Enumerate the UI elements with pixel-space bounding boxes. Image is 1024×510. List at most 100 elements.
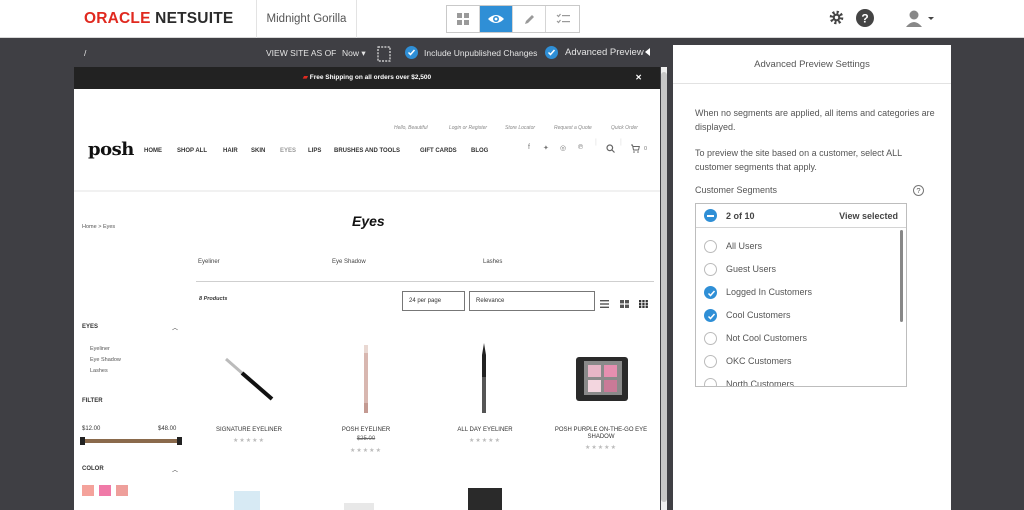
nav-separator: |: [620, 139, 622, 146]
preview-scrollbar-thumb[interactable]: [661, 72, 667, 502]
subcategory-eye-shadow[interactable]: Eye Shadow: [332, 259, 366, 265]
checklist-mode-button[interactable]: [546, 6, 579, 32]
product-image-all-day-eyeliner[interactable]: [434, 339, 534, 419]
edit-mode-button[interactable]: [513, 6, 546, 32]
segment-option[interactable]: Not Cool Customers: [704, 332, 894, 346]
segment-option[interactable]: OKC Customers: [704, 355, 894, 369]
segment-option[interactable]: Logged In Customers: [704, 286, 894, 300]
date-dropdown[interactable]: Now ▾: [342, 48, 366, 59]
nav-hair[interactable]: HAIR: [223, 148, 238, 154]
pencil-image-icon: [364, 345, 368, 413]
nav-lips[interactable]: LIPS: [308, 148, 321, 154]
instagram-icon[interactable]: ◎: [560, 144, 566, 152]
facet-lashes[interactable]: Lashes: [90, 368, 108, 374]
segments-header: 2 of 10 View selected: [696, 204, 906, 228]
site-path: /: [84, 48, 87, 58]
cart-icon[interactable]: [630, 144, 640, 155]
breadcrumb[interactable]: Home > Eyes: [82, 224, 115, 230]
user-menu-button[interactable]: [904, 9, 936, 32]
check-glyph: [707, 290, 716, 297]
product-rating: ★★★★★: [469, 438, 501, 444]
table-view-icon[interactable]: [620, 295, 629, 313]
color-facet-heading[interactable]: COLOR: [82, 466, 104, 472]
twitter-icon[interactable]: ✦: [543, 144, 549, 152]
grid-view-icon[interactable]: [639, 295, 648, 313]
nav-brushes[interactable]: BRUSHES AND TOOLS: [334, 148, 400, 154]
util-login[interactable]: Login or Register: [449, 125, 487, 131]
chevron-up-icon[interactable]: ︿: [172, 465, 178, 474]
subcategory-eyeliner[interactable]: Eyeliner: [198, 259, 220, 265]
nav-blog[interactable]: BLOG: [471, 148, 488, 154]
view-selected-link[interactable]: View selected: [839, 211, 898, 221]
util-request-quote[interactable]: Request a Quote: [554, 125, 592, 131]
settings-button[interactable]: [828, 9, 845, 31]
view-site-as-of-label: VIEW SITE AS OF: [266, 48, 337, 58]
product-image-signature-eyeliner[interactable]: [199, 339, 299, 419]
nav-gift-cards[interactable]: GIFT CARDS: [420, 148, 457, 154]
util-quick-order[interactable]: Quick Order: [611, 125, 638, 131]
include-unpublished-checkbox[interactable]: [405, 46, 418, 59]
sort-select[interactable]: Relevance: [469, 291, 595, 311]
color-swatch[interactable]: [116, 485, 128, 496]
product-name[interactable]: SIGNATURE EYELINER: [194, 427, 304, 433]
site-preview-frame[interactable]: ▰ Free Shipping on all orders over $2,50…: [74, 67, 660, 510]
check-glyph: [707, 313, 716, 320]
segment-option[interactable]: All Users: [704, 240, 894, 254]
help-icon: ?: [856, 9, 874, 27]
filter-heading: FILTER: [82, 398, 103, 404]
product-count: 8 Products: [199, 296, 228, 302]
segment-option[interactable]: North Customers: [704, 378, 894, 386]
pinterest-icon[interactable]: ℗: [578, 144, 583, 151]
color-swatch[interactable]: [82, 485, 94, 496]
account-name[interactable]: Midnight Gorilla: [256, 0, 357, 38]
price-slider-max-handle[interactable]: [177, 437, 182, 445]
eyes-facet-heading[interactable]: EYES: [82, 324, 98, 330]
nav-shop-all[interactable]: SHOP ALL: [177, 148, 207, 154]
product-image-partial[interactable]: [234, 491, 260, 510]
panel-description: When no segments are applied, all items …: [695, 108, 935, 132]
product-image-partial[interactable]: [344, 503, 374, 510]
preview-toolbar: / VIEW SITE AS OF Now ▾ Include Unpublis…: [0, 42, 672, 64]
segment-option[interactable]: Guest Users: [704, 263, 894, 277]
netsuite-logo[interactable]: ORACLE NETSUITE: [84, 10, 233, 28]
preview-mode-button[interactable]: [480, 6, 513, 32]
nav-eyes[interactable]: EYES: [280, 148, 296, 154]
facet-eye-shadow[interactable]: Eye Shadow: [90, 357, 121, 363]
product-name[interactable]: ALL DAY EYELINER: [430, 427, 540, 433]
facet-eyeliner[interactable]: Eyeliner: [90, 346, 110, 352]
chevron-up-icon[interactable]: ︿: [172, 323, 178, 332]
help-button[interactable]: ?: [856, 9, 874, 32]
segment-option[interactable]: Cool Customers: [704, 309, 894, 323]
segments-scrollbar[interactable]: [900, 230, 903, 322]
advanced-preview-panel: Advanced Preview Settings When no segmen…: [673, 45, 951, 510]
product-name[interactable]: POSH EYELINER: [311, 427, 421, 433]
nav-skin[interactable]: SKIN: [251, 148, 265, 154]
product-image-posh-purple-eye-shadow[interactable]: [552, 339, 652, 419]
user-avatar-icon: [906, 10, 934, 27]
facebook-icon[interactable]: f: [528, 144, 530, 151]
price-slider-min-handle[interactable]: [80, 437, 85, 445]
nav-home[interactable]: HOME: [144, 148, 162, 154]
price-slider[interactable]: [82, 439, 180, 443]
search-icon[interactable]: [606, 144, 615, 155]
advanced-preview-checkbox[interactable]: [545, 46, 558, 59]
product-rating: ★★★★★: [585, 445, 617, 451]
product-name[interactable]: POSH PURPLE ON-THE-GO EYE SHADOW: [546, 427, 656, 441]
color-swatch[interactable]: [99, 485, 111, 496]
device-toggle[interactable]: [376, 46, 392, 64]
grid-mode-button[interactable]: [447, 6, 480, 32]
close-banner-icon[interactable]: ✕: [635, 67, 642, 89]
util-store-locator[interactable]: Store Locator: [505, 125, 535, 131]
product-rating: ★★★★★: [233, 438, 265, 444]
deselect-all-icon[interactable]: [704, 209, 717, 222]
collapse-panel-button[interactable]: [645, 48, 651, 58]
per-page-select[interactable]: 24 per page: [402, 291, 465, 311]
subcategory-lashes[interactable]: Lashes: [483, 259, 502, 265]
util-greeting: Hello, Beautiful: [394, 125, 428, 131]
list-view-icon[interactable]: [600, 295, 609, 313]
product-image-posh-eyeliner[interactable]: [316, 339, 416, 419]
cart-count: 0: [644, 146, 648, 152]
help-icon[interactable]: ?: [913, 185, 924, 196]
product-image-partial[interactable]: [468, 488, 502, 510]
brand-logo[interactable]: posh: [88, 139, 134, 160]
